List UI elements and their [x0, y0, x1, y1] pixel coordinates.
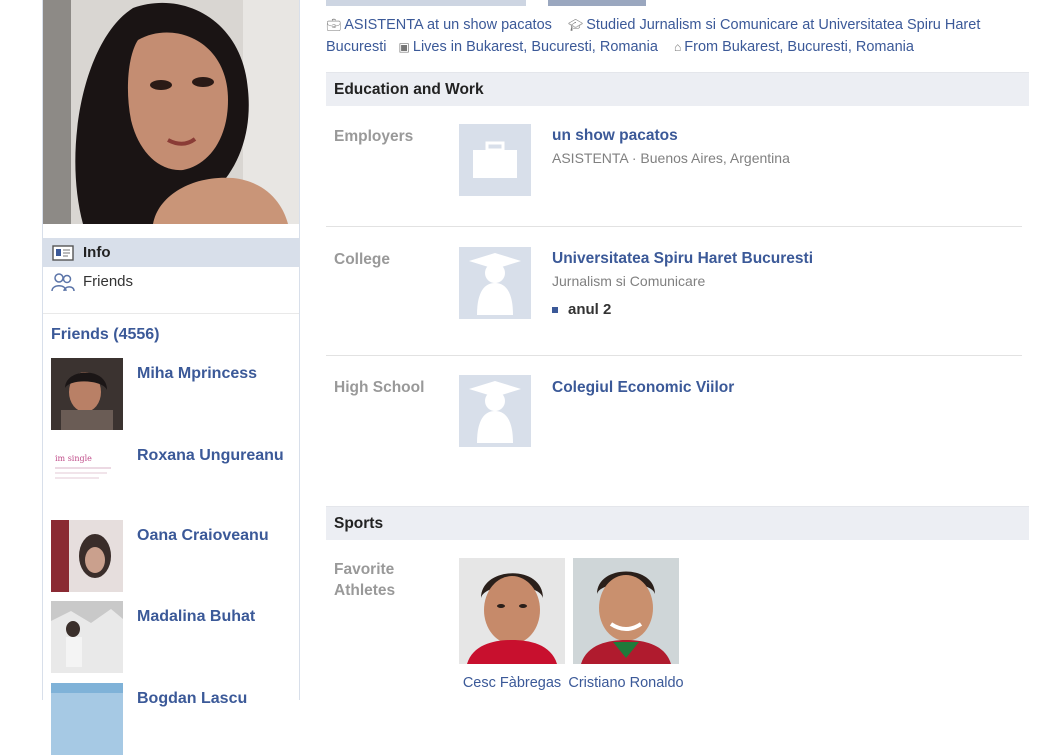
left-column: Info Friends Friends (4556) Miha Mprince…: [42, 0, 300, 755]
college-year: anul 2: [552, 301, 611, 318]
intro-work-link[interactable]: ASISTENTA at un show pacatos: [344, 17, 552, 33]
friend-item[interactable]: Bogdan Lascu: [51, 683, 291, 755]
friend-name-link[interactable]: Oana Craioveanu: [137, 526, 287, 546]
friend-avatar[interactable]: [51, 601, 123, 673]
nav-friends-label: Friends: [83, 273, 134, 290]
cut-off-header: [326, 0, 526, 6]
high-school-name-link[interactable]: Colegiul Economic Viilor: [552, 379, 734, 397]
friend-avatar[interactable]: [51, 683, 123, 755]
graduate-placeholder-icon: [469, 253, 521, 315]
athlete-name-link[interactable]: Cristiano Ronaldo: [566, 675, 686, 691]
friend-item[interactable]: Madalina Buhat: [51, 601, 291, 673]
intro-from-link[interactable]: From Bukarest, Bucuresti, Romania: [684, 39, 914, 55]
friend-item[interactable]: Oana Craioveanu: [51, 520, 291, 592]
city-icon: ▣: [398, 40, 410, 54]
college-year-label: anul 2: [568, 301, 612, 318]
section-header-education-work: Education and Work: [326, 72, 1029, 106]
friend-name-link[interactable]: Madalina Buhat: [137, 607, 287, 627]
nav-info-label: Info: [83, 244, 111, 261]
employer-detail: ASISTENTA · Buenos Aires, Argentina: [552, 150, 790, 166]
friend-name-link[interactable]: Bogdan Lascu: [137, 689, 287, 709]
house-icon: ⌂: [674, 40, 682, 54]
employer-logo-placeholder[interactable]: [459, 124, 531, 196]
friend-avatar[interactable]: im single: [51, 440, 123, 512]
friend-avatar[interactable]: [51, 520, 123, 592]
friend-item[interactable]: im single Roxana Ungureanu: [51, 440, 291, 512]
athlete-photo[interactable]: [459, 558, 565, 664]
employers-label: Employers: [334, 128, 414, 145]
graduation-cap-icon: 🎓︎: [568, 18, 584, 32]
row-divider: [326, 226, 1022, 227]
cut-off-header-button: [548, 0, 646, 6]
friend-avatar-caption: im single: [55, 454, 92, 463]
briefcase-placeholder-icon: [473, 141, 517, 178]
intro-lives-link[interactable]: Lives in Bukarest, Bucuresti, Romania: [413, 39, 658, 55]
college-logo-placeholder[interactable]: [459, 247, 531, 319]
athlete-name-link[interactable]: Cesc Fàbregas: [452, 675, 572, 691]
bullet-square-icon: [552, 306, 558, 313]
college-concentration: Jurnalism si Comunicare: [552, 273, 706, 289]
nav-divider: [43, 313, 299, 314]
friend-name-link[interactable]: Roxana Ungureanu: [137, 446, 287, 466]
college-label: College: [334, 251, 390, 268]
high-school-logo-placeholder[interactable]: [459, 375, 531, 447]
info-card-icon: [51, 243, 75, 263]
friends-icon: [51, 272, 75, 292]
college-name-link[interactable]: Universitatea Spiru Haret Bucuresti: [552, 250, 813, 268]
intro-summary: 💼︎ ASISTENTA at un show pacatos 🎓︎ Studied…: [326, 14, 1026, 58]
friends-count-link[interactable]: Friends (4556): [51, 326, 159, 344]
profile-photo[interactable]: [43, 0, 299, 224]
employer-name-link[interactable]: un show pacatos: [552, 127, 678, 145]
athlete-photo[interactable]: [573, 558, 679, 664]
friend-avatar[interactable]: [51, 358, 123, 430]
friend-name-link[interactable]: Miha Mprincess: [137, 364, 287, 384]
nav-friends[interactable]: Friends: [43, 267, 299, 296]
section-header-sports: Sports: [326, 506, 1029, 540]
friend-item[interactable]: Miha Mprincess: [51, 358, 291, 430]
row-divider: [326, 355, 1022, 356]
profile-nav: Info Friends: [43, 238, 299, 296]
briefcase-icon: 💼︎: [326, 18, 342, 32]
graduate-placeholder-icon: [469, 381, 521, 443]
nav-info[interactable]: Info: [43, 238, 299, 267]
high-school-label: High School: [334, 379, 425, 396]
favorite-athletes-label: Favorite Athletes: [334, 561, 396, 599]
